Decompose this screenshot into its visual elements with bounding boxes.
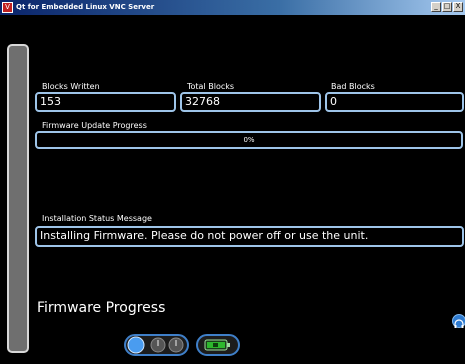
maximize-button[interactable]: □ xyxy=(442,2,452,12)
installation-status-message: Installing Firmware. Please do not power… xyxy=(35,226,464,247)
title-bar[interactable]: V Qt for Embedded Linux VNC Server _ □ X xyxy=(0,0,465,15)
window-title: Qt for Embedded Linux VNC Server xyxy=(16,3,155,11)
minimize-button[interactable]: _ xyxy=(431,2,441,12)
firmware-update-progress-bar: 0% xyxy=(35,131,463,149)
firmware-update-progress-label: Firmware Update Progress xyxy=(42,121,147,130)
close-button[interactable]: X xyxy=(453,2,463,12)
blocks-written-field: 153 xyxy=(35,92,176,112)
headset-icon xyxy=(454,319,464,328)
power-toggle-icon xyxy=(127,336,184,354)
power-toggle-button[interactable] xyxy=(124,334,189,356)
left-side-panel[interactable] xyxy=(7,44,29,353)
blocks-written-label: Blocks Written xyxy=(42,82,100,91)
installation-status-label: Installation Status Message xyxy=(42,214,152,223)
vnc-app-icon: V xyxy=(2,2,13,13)
window-controls: _ □ X xyxy=(431,2,463,12)
progress-percent-text: 0% xyxy=(243,136,255,144)
bad-blocks-label: Bad Blocks xyxy=(331,82,375,91)
headset-button[interactable] xyxy=(452,314,465,328)
total-blocks-label: Total Blocks xyxy=(187,82,235,91)
vnc-window: V Qt for Embedded Linux VNC Server _ □ X… xyxy=(0,0,465,364)
battery-button[interactable] xyxy=(196,334,240,356)
bad-blocks-field: 0 xyxy=(325,92,464,112)
battery-icon xyxy=(204,339,230,351)
page-heading: Firmware Progress xyxy=(37,300,166,316)
total-blocks-field: 32768 xyxy=(180,92,321,112)
